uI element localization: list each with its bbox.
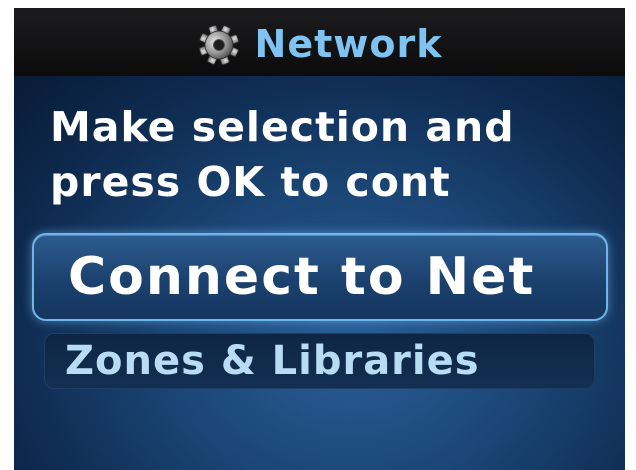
device-screen: Network Make selection and press OK to c…: [14, 8, 625, 470]
instruction-line-2: press OK to cont: [50, 158, 451, 206]
menu-item-connect-to-net[interactable]: Connect to Net: [32, 233, 608, 321]
screen-title: Network: [254, 22, 443, 66]
instruction-text: Make selection and press OK to cont: [50, 100, 620, 210]
instruction-line-1: Make selection and: [50, 103, 515, 151]
menu-item-zones-libraries[interactable]: Zones & Libraries: [44, 333, 595, 389]
title-bar: Network: [14, 8, 625, 76]
gear-icon: [198, 24, 239, 66]
